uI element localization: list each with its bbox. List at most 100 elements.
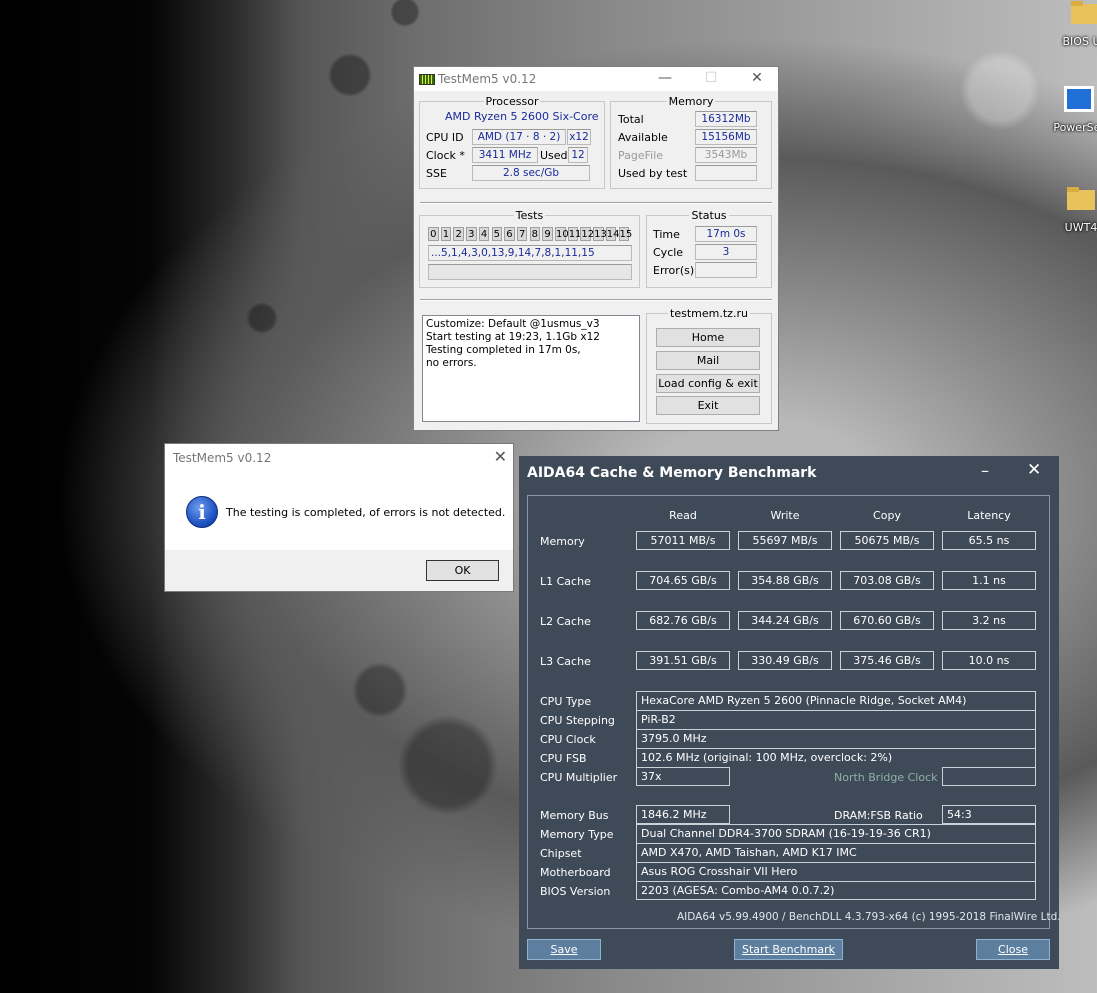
sse-label: SSE xyxy=(426,167,447,180)
available-value: 15156Mb xyxy=(695,129,757,145)
aida-window: AIDA64 Cache & Memory Benchmark – ✕ Read… xyxy=(519,456,1061,969)
l2-write: 344.24 GB/s xyxy=(738,611,832,630)
dram-fsb-ratio-value: 54:3 xyxy=(942,805,1036,824)
bios-version-label: BIOS Version xyxy=(540,885,611,898)
close-button[interactable]: ✕ xyxy=(734,67,780,91)
save-button[interactable]: Save xyxy=(527,939,601,960)
memory-type-label: Memory Type xyxy=(540,828,614,841)
maximize-button[interactable]: ☐ xyxy=(688,67,734,91)
time-label: Time xyxy=(653,228,680,241)
desktop-icon-bios[interactable]: BIOS US xyxy=(1050,0,1097,48)
cpuid-threads: x12 xyxy=(567,129,591,145)
cpu-name: AMD Ryzen 5 2600 Six-Core xyxy=(445,110,599,123)
processor-legend: Processor xyxy=(485,95,539,108)
total-label: Total xyxy=(618,113,644,126)
desktop-icon-label: UWT4 xyxy=(1064,221,1097,234)
row-label-l1: L1 Cache xyxy=(540,575,591,588)
desktop-icon-powerset[interactable]: PowerSet xyxy=(1044,82,1097,134)
info-icon: i xyxy=(186,496,218,528)
cycle-label: Cycle xyxy=(653,246,684,259)
motherboard-value: Asus ROG Crosshair VII Hero xyxy=(636,862,1036,881)
cpu-type-value: HexaCore AMD Ryzen 5 2600 (Pinnacle Ridg… xyxy=(636,691,1036,710)
test-box: 6 xyxy=(504,227,515,241)
cpu-multiplier-value: 37x xyxy=(636,767,730,786)
available-label: Available xyxy=(618,131,668,144)
ok-button[interactable]: OK xyxy=(426,560,499,581)
errors-value xyxy=(695,262,757,278)
divider xyxy=(420,202,772,204)
time-value: 17m 0s xyxy=(695,226,757,242)
close-icon[interactable]: ✕ xyxy=(1027,460,1041,480)
divider xyxy=(420,299,772,301)
dialog-close-button[interactable]: ✕ xyxy=(494,447,507,466)
memory-latency: 65.5 ns xyxy=(942,531,1036,550)
row-label-memory: Memory xyxy=(540,535,585,548)
desktop-icon-uwt4[interactable]: UWT4 xyxy=(1046,182,1097,234)
cpuid-value: AMD (17 · 8 · 2) xyxy=(472,129,566,145)
memory-bus-value: 1846.2 MHz xyxy=(636,805,730,824)
cpu-stepping-value: PiR-B2 xyxy=(636,710,1036,729)
cpu-fsb-label: CPU FSB xyxy=(540,752,587,765)
desktop-icon-label: BIOS US xyxy=(1062,35,1097,48)
powershell-icon xyxy=(1064,86,1094,112)
test-box: 5 xyxy=(491,227,502,241)
usedbytest-value xyxy=(695,165,757,181)
column-header-write: Write xyxy=(770,509,800,522)
cpu-multiplier-label: CPU Multiplier xyxy=(540,771,618,784)
test-box: 8 xyxy=(529,227,541,241)
close-button[interactable]: Close xyxy=(976,939,1050,960)
cpu-type-label: CPU Type xyxy=(540,695,592,708)
cycle-value: 3 xyxy=(695,244,757,260)
motherboard-label: Motherboard xyxy=(540,866,611,879)
links-legend: testmem.tz.ru xyxy=(670,307,748,320)
window-title: TestMem5 v0.12 xyxy=(438,72,537,86)
aida-footer: AIDA64 v5.99.4900 / BenchDLL 4.3.793-x64… xyxy=(677,911,1061,923)
aida-title: AIDA64 Cache & Memory Benchmark xyxy=(527,465,817,481)
log-textbox[interactable]: Customize: Default @1usmus_v3 Start test… xyxy=(422,315,640,422)
minimize-button[interactable]: — xyxy=(642,67,688,91)
exit-button[interactable]: Exit xyxy=(656,396,760,415)
dram-fsb-ratio-label: DRAM:FSB Ratio xyxy=(834,809,923,822)
folder-icon xyxy=(1071,1,1097,24)
column-header-read: Read xyxy=(669,509,697,522)
l2-copy: 670.60 GB/s xyxy=(840,611,934,630)
l1-write: 354.88 GB/s xyxy=(738,571,832,590)
completion-dialog: TestMem5 v0.12 ✕ i The testing is comple… xyxy=(164,443,514,592)
testmem-titlebar[interactable]: TestMem5 v0.12 — ☐ ✕ xyxy=(414,67,778,91)
cpu-clock-value: 3795.0 MHz xyxy=(636,729,1036,748)
log-line: Start testing at 19:23, 1.1Gb x12 xyxy=(426,331,600,343)
test-box: 11 xyxy=(567,227,582,241)
l1-copy: 703.08 GB/s xyxy=(840,571,934,590)
log-line: no errors. xyxy=(426,357,477,369)
benchmark-panel: Read Write Copy Latency Memory 57011 MB/… xyxy=(527,495,1050,929)
cpu-fsb-value: 102.6 MHz (original: 100 MHz, overclock:… xyxy=(636,748,1036,767)
chipset-label: Chipset xyxy=(540,847,582,860)
total-value: 16312Mb xyxy=(695,111,757,127)
north-bridge-clock-value xyxy=(942,767,1036,786)
l3-read: 391.51 GB/s xyxy=(636,651,730,670)
l3-write: 330.49 GB/s xyxy=(738,651,832,670)
north-bridge-clock-label: North Bridge Clock xyxy=(834,771,938,784)
load-config-exit-button[interactable]: Load config & exit xyxy=(656,374,760,393)
start-benchmark-button[interactable]: Start Benchmark xyxy=(734,939,843,960)
test-box: 12 xyxy=(580,227,595,241)
testmem-window: TestMem5 v0.12 — ☐ ✕ Processor AMD Ryzen… xyxy=(413,66,779,431)
test-box: 15 xyxy=(618,227,633,241)
usedbytest-label: Used by test xyxy=(618,167,688,180)
l2-latency: 3.2 ns xyxy=(942,611,1036,630)
mail-button[interactable]: Mail xyxy=(656,351,760,370)
test-box: 14 xyxy=(605,227,620,241)
home-button[interactable]: Home xyxy=(656,328,760,347)
used-value: 12 xyxy=(568,147,588,163)
row-label-l2: L2 Cache xyxy=(540,615,591,628)
desktop-icon-label: PowerSet xyxy=(1053,121,1097,134)
test-number-strip: 0 1 2 3 4 5 6 7 8 9 10 11 12 13 14 15 xyxy=(428,227,634,241)
log-line: Testing completed in 17m 0s, xyxy=(426,344,581,356)
folder-icon xyxy=(1067,187,1095,210)
cpu-clock-label: CPU Clock xyxy=(540,733,596,746)
test-box: 3 xyxy=(466,227,477,241)
minimize-button[interactable]: – xyxy=(981,461,989,480)
test-progress xyxy=(428,264,632,280)
clock-value: 3411 MHz xyxy=(472,147,538,163)
memory-copy: 50675 MB/s xyxy=(840,531,934,550)
